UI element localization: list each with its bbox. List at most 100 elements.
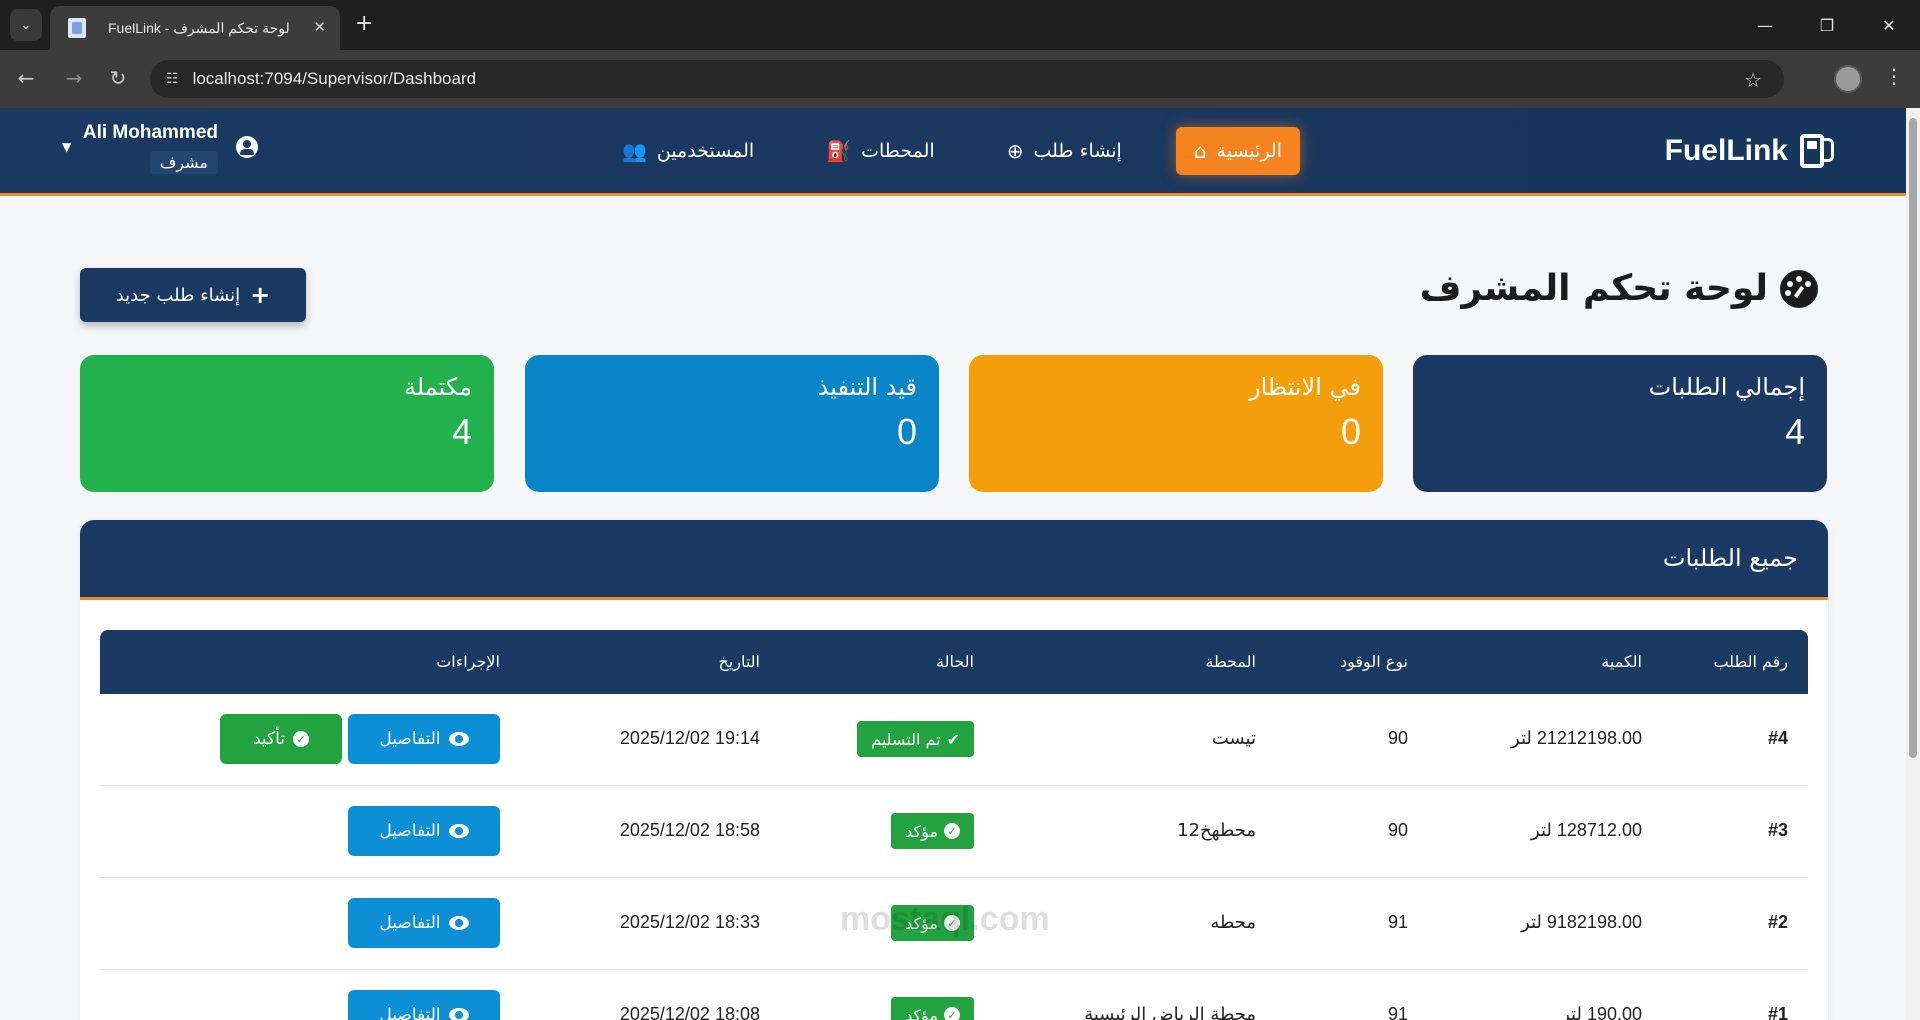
nav-item-users[interactable]: 👥 المستخدمين [604,127,772,175]
stat-value: 0 [1340,411,1361,452]
table-row: #1 190.00 لتر 91 محطة الرياض الرئيسية ✓ … [100,970,1808,1020]
forward-arrow-icon[interactable]: → [60,66,88,90]
order-id: #3 [1767,820,1788,840]
stat-label: قيد التنفيذ [817,373,917,401]
order-fuel-type: 91 [1387,1004,1408,1020]
brand-name: FuelLink [1664,134,1788,167]
user-menu[interactable]: ▼ Ali Mohammed مشرف [62,122,262,182]
details-button-label: التفاصيل [379,729,441,749]
column-header-actions: الإجراءات [436,652,500,671]
check-circle-icon: ✓ [293,731,310,747]
browser-tab-strip: ⌄ FuelLink - لوحة تحكم المشرف ✕ + — ❐ ✕ [0,0,1920,50]
details-button-label: التفاصيل [379,821,441,841]
status-badge: ✓ مؤكد [891,997,974,1020]
order-id: #1 [1767,1004,1788,1020]
check-circle-icon: ✓ [944,823,960,839]
top-navbar: FuelLink ⌂ الرئيسية ⊕ إنشاء طلب ⛽ المحطا… [0,108,1906,196]
bookmark-star-icon[interactable]: ☆ [1744,68,1762,92]
status-badge-label: مؤكد [905,1005,938,1020]
address-bar[interactable]: ☷ localhost:7094/Supervisor/Dashboard ☆ [150,60,1784,98]
column-header-fuel-type: نوع الوقود [1340,652,1408,671]
user-role-badge: مشرف [149,151,218,174]
details-button[interactable]: التفاصيل [348,714,500,764]
main-menu: ⌂ الرئيسية ⊕ إنشاء طلب ⛽ المحطات 👥 المست… [622,126,1300,176]
details-button[interactable]: التفاصيل [348,898,500,948]
brand[interactable]: FuelLink [1665,132,1836,170]
plus-circle-icon: ⊕ [1006,139,1024,163]
details-button-label: التفاصيل [379,913,441,933]
confirm-button-label: تأكيد [252,729,286,749]
stat-card-pending: في الانتظار 0 [969,355,1383,492]
column-header-quantity: الكمية [1601,652,1642,671]
stat-label: إجمالي الطلبات [1648,373,1805,401]
page-title-text: لوحة تحكم المشرف [1419,268,1768,309]
scrollbar-thumb[interactable] [1909,118,1917,758]
url-text[interactable]: localhost:7094/Supervisor/Dashboard [193,69,477,89]
double-check-icon: ✔ [946,729,960,749]
nav-item-label: المستخدمين [656,140,755,162]
stat-value: 4 [451,411,472,452]
nav-item-label: إنشاء طلب [1033,140,1122,162]
order-date: 2025/12/02 18:08 [619,1004,760,1020]
dashboard-gauge-icon [1780,269,1818,308]
order-date: 2025/12/02 18:33 [619,912,760,932]
site-info-icon[interactable]: ☷ [166,71,179,87]
column-header-status: الحالة [936,652,974,671]
order-station: محطه [1210,912,1256,933]
fuel-pump-logo-icon [1800,132,1836,170]
profile-avatar-icon[interactable] [1834,65,1862,93]
nav-item-label: الرئيسية [1216,140,1282,162]
order-quantity: 9182198.00 لتر [1521,912,1642,932]
stat-value: 0 [896,411,917,452]
browser-menu-icon[interactable]: ⋮ [1884,64,1904,88]
eye-icon [448,1008,469,1020]
order-fuel-type: 90 [1387,820,1408,840]
details-button[interactable]: التفاصيل [348,806,500,856]
nav-item-create-order[interactable]: ⊕ إنشاء طلب [989,127,1140,175]
column-header-station: المحطة [1205,652,1256,671]
order-quantity: 21212198.00 لتر [1511,728,1642,748]
page-scrollbar[interactable] [1906,108,1920,1020]
table-row: #4 21212198.00 لتر 90 تيست ✔ تم التسليم … [100,694,1808,786]
confirm-button[interactable]: ✓ تأكيد [220,714,342,764]
nav-item-home[interactable]: ⌂ الرئيسية [1175,127,1300,175]
tab-title: FuelLink - لوحة تحكم المشرف [108,19,290,36]
watermark: mostaql.com [840,900,1050,938]
caret-down-icon[interactable]: ▼ [62,140,71,154]
stat-card-in-progress: قيد التنفيذ 0 [525,355,939,492]
status-badge-label: تم التسليم [871,729,941,749]
order-id: #2 [1767,912,1788,932]
reload-icon[interactable]: ↻ [104,66,132,90]
eye-icon [448,824,469,838]
nav-item-stations[interactable]: ⛽ المحطات [808,127,953,175]
tab-close-icon[interactable]: ✕ [313,18,326,36]
orders-table: رقم الطلب الكمية نوع الوقود المحطة الحال… [100,630,1808,1020]
home-icon: ⌂ [1193,139,1207,163]
stat-label: مكتملة [403,373,472,401]
minimize-icon[interactable]: — [1734,0,1796,50]
tab-search-chevron-icon[interactable]: ⌄ [10,9,42,41]
new-order-button-label: إنشاء طلب جديد [115,284,241,306]
gas-pump-icon: ⛽ [826,139,852,163]
check-circle-icon: ✓ [944,1007,960,1020]
stat-value: 4 [1784,411,1805,452]
eye-icon [448,732,469,746]
stat-label: في الانتظار [1249,373,1361,401]
order-station: محطهخ12 [1177,820,1256,841]
new-order-button[interactable]: + إنشاء طلب جديد [80,268,306,322]
browser-tab[interactable]: FuelLink - لوحة تحكم المشرف ✕ [50,6,340,50]
order-quantity: 128712.00 لتر [1531,820,1642,840]
order-fuel-type: 90 [1387,728,1408,748]
order-date: 2025/12/02 18:58 [619,820,760,840]
new-tab-plus-icon[interactable]: + [355,12,373,36]
column-header-order-id: رقم الطلب [1713,652,1788,671]
users-icon: 👥 [621,139,647,163]
order-station: تيست [1211,728,1256,749]
back-arrow-icon[interactable]: ← [12,66,40,90]
details-button[interactable]: التفاصيل [348,990,500,1020]
window-close-icon[interactable]: ✕ [1858,0,1920,50]
restore-icon[interactable]: ❐ [1796,0,1858,50]
page-title: لوحة تحكم المشرف [1420,268,1818,309]
page-favicon-icon [68,18,86,38]
app-viewport: FuelLink ⌂ الرئيسية ⊕ إنشاء طلب ⛽ المحطا… [0,108,1920,1020]
